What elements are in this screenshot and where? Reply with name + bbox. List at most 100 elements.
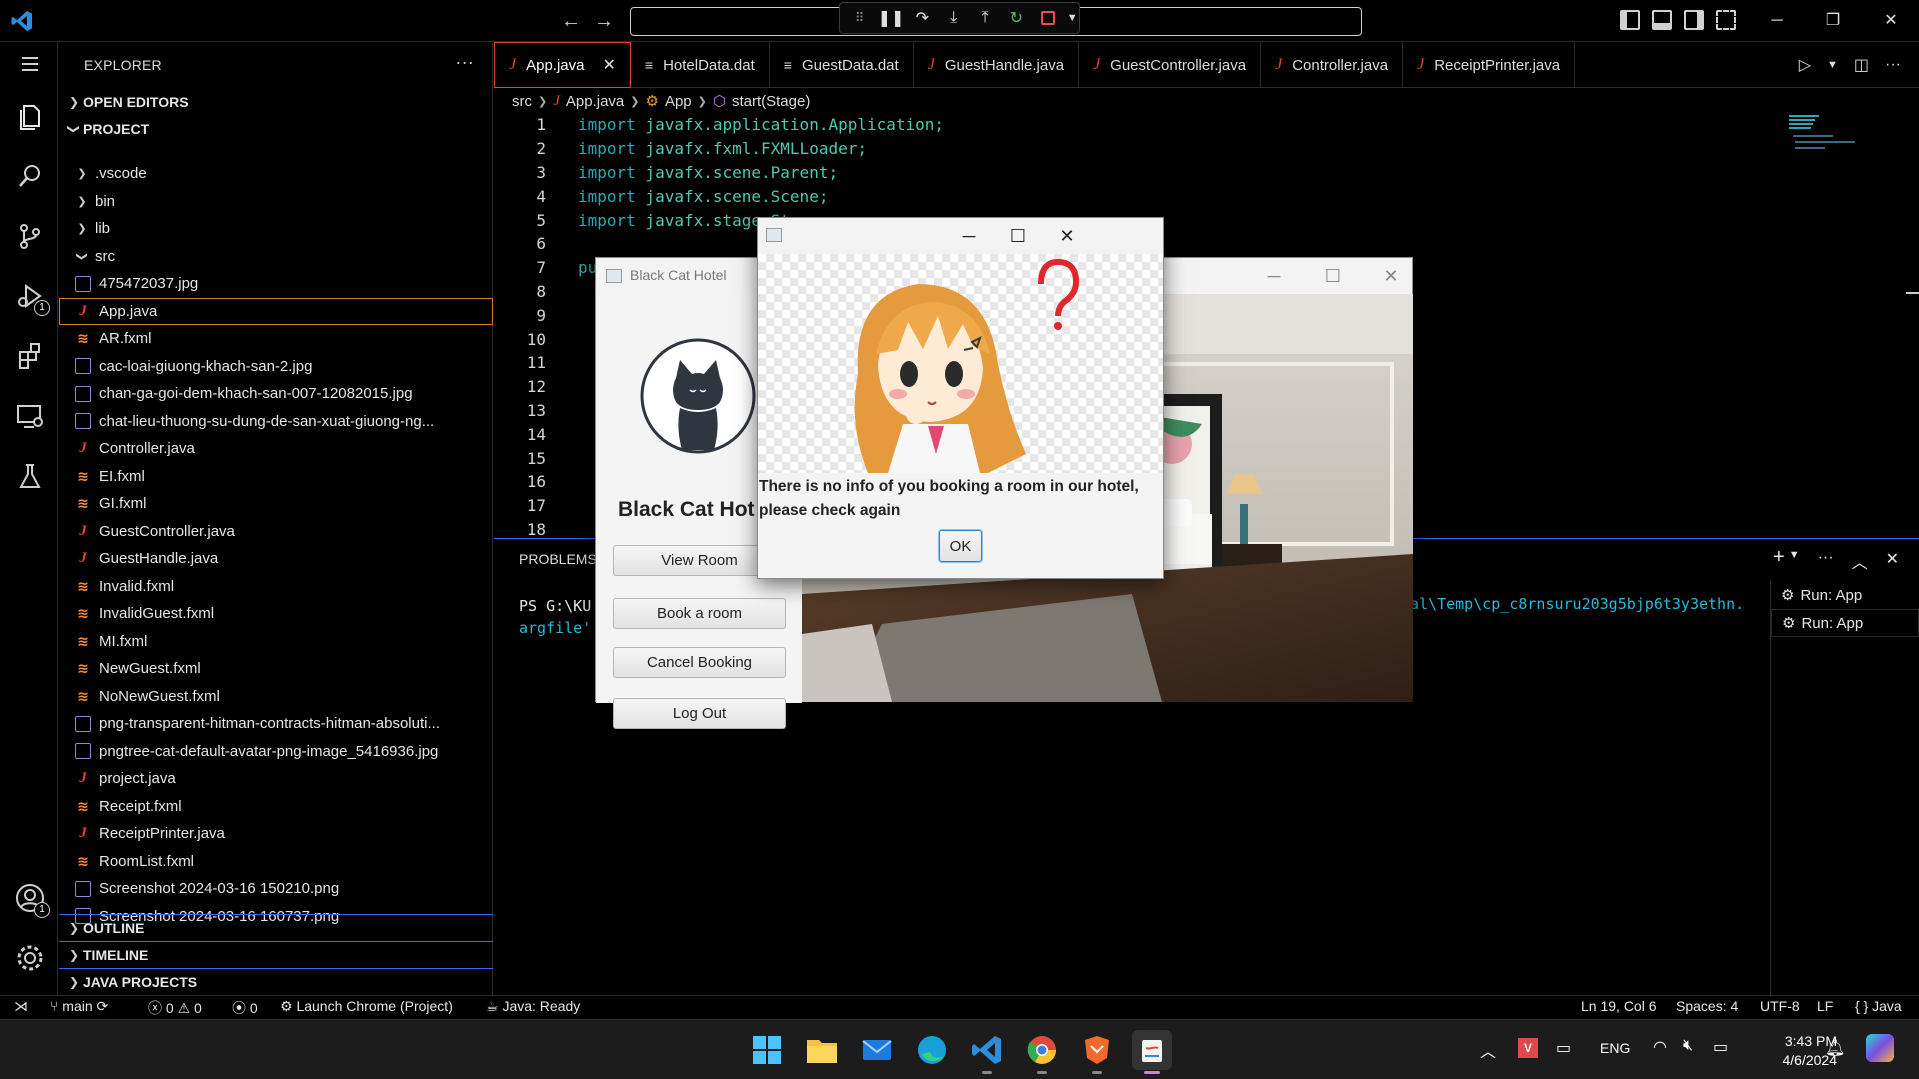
split-editor-icon[interactable]: ◫	[1854, 55, 1869, 75]
tab-hoteldata-dat[interactable]: ≡ HotelData.dat	[631, 42, 770, 88]
remote-icon[interactable]: ⋊	[14, 998, 28, 1015]
customize-layout-icon[interactable]	[1716, 10, 1736, 30]
maximize-icon[interactable]: ☐	[1003, 226, 1033, 246]
close-icon[interactable]: ✕	[1868, 8, 1914, 34]
ok-button[interactable]: OK	[939, 530, 982, 562]
open-editors-section[interactable]: ❯ OPEN EDITORS	[59, 88, 492, 115]
chevron-up-icon[interactable]: ︿	[1480, 1038, 1496, 1062]
toggle-panel-icon[interactable]	[1652, 10, 1672, 30]
chevron-down-icon[interactable]: ▼	[1065, 5, 1079, 31]
minimize-icon[interactable]: ─	[954, 226, 984, 246]
stop-icon[interactable]	[1034, 5, 1061, 31]
display-icon[interactable]: ▭	[1556, 1038, 1571, 1058]
toggle-sidebar-icon[interactable]	[1620, 10, 1640, 30]
step-over-icon[interactable]: ↷	[909, 5, 936, 31]
file-item[interactable]: J Controller.java	[59, 435, 493, 463]
breadcrumb-src[interactable]: src	[512, 93, 532, 110]
accounts-icon[interactable]: 1	[14, 882, 50, 918]
problems-status[interactable]: ⓧ 0 ⚠ 0	[148, 998, 202, 1018]
terminal-item[interactable]: ⚙ Run: App	[1771, 609, 1919, 637]
encoding[interactable]: UTF-8	[1760, 998, 1800, 1014]
extensions-icon[interactable]	[14, 340, 46, 372]
file-item[interactable]: J GuestHandle.java	[59, 545, 493, 573]
tab-guestdata-dat[interactable]: ≡ GuestData.dat	[770, 42, 914, 88]
file-item[interactable]: Screenshot 2024-03-16 150210.png	[59, 875, 493, 903]
tab-receiptprinter-java[interactable]: J ReceiptPrinter.java	[1403, 42, 1576, 88]
pause-icon[interactable]: ❚❚	[877, 5, 905, 31]
run-debug-icon[interactable]: 1	[14, 280, 50, 316]
more-actions-icon[interactable]: ···	[1885, 56, 1901, 74]
file-item[interactable]: chat-lieu-thuong-su-dung-de-san-xuat-giu…	[59, 408, 493, 436]
close-icon[interactable]: ✕	[1052, 226, 1082, 246]
start-button[interactable]	[747, 1030, 787, 1070]
file-item[interactable]: J ReceiptPrinter.java	[59, 820, 493, 848]
toggle-secondary-sidebar-icon[interactable]	[1684, 10, 1704, 30]
breadcrumb-method[interactable]: start(Stage)	[732, 93, 810, 110]
tab-guesthandle-java[interactable]: J GuestHandle.java	[914, 42, 1080, 88]
search-icon[interactable]	[14, 160, 46, 192]
explorer-icon[interactable]	[14, 100, 46, 132]
remote-explorer-icon[interactable]	[14, 400, 46, 432]
minimap[interactable]	[1789, 113, 1879, 173]
close-tab-icon[interactable]: ✕	[602, 55, 615, 75]
maximize-panel-icon[interactable]: ︿	[1852, 549, 1868, 573]
testing-icon[interactable]	[14, 460, 46, 492]
file-item[interactable]: J GuestController.java	[59, 518, 493, 546]
file-item[interactable]: ≋ GI.fxml	[59, 490, 493, 518]
vscode-taskbar-icon[interactable]	[967, 1030, 1007, 1074]
tab-controller-java[interactable]: J Controller.java	[1261, 42, 1404, 88]
indentation[interactable]: Spaces: 4	[1676, 998, 1738, 1014]
more-actions-icon[interactable]: ···	[455, 52, 474, 73]
vivaldi-tray-icon[interactable]: V	[1518, 1038, 1538, 1058]
step-into-icon[interactable]: ⤓	[940, 5, 967, 31]
speaker-muted-icon[interactable]: 🔇︎	[1683, 1037, 1693, 1055]
close-panel-icon[interactable]: ✕	[1886, 549, 1899, 573]
brave-icon[interactable]	[1077, 1030, 1117, 1074]
folder-item[interactable]: ❯ .vscode	[59, 160, 493, 188]
file-item[interactable]: ≋ MI.fxml	[59, 628, 493, 656]
java-status[interactable]: ☕ Java: Ready	[486, 998, 580, 1015]
forward-arrow-icon[interactable]: →	[592, 9, 616, 33]
copilot-icon[interactable]	[1866, 1034, 1894, 1062]
notification-bell-icon[interactable]: 🔔︎	[1825, 1038, 1845, 1058]
file-item[interactable]: chan-ga-goi-dem-khach-san-007-12082015.j…	[59, 380, 493, 408]
cursor-position[interactable]: Ln 19, Col 6	[1581, 998, 1657, 1014]
project-section[interactable]: ❯ PROJECT	[59, 115, 492, 142]
book-room-button[interactable]: Book a room	[613, 598, 786, 629]
source-control-icon[interactable]	[14, 220, 46, 252]
language-indicator[interactable]: ENG	[1600, 1040, 1630, 1056]
folder-item[interactable]: ❯ bin	[59, 188, 493, 216]
restart-icon[interactable]: ↻	[1003, 5, 1030, 31]
file-item[interactable]: ≋ InvalidGuest.fxml	[59, 600, 493, 628]
restore-icon[interactable]: ❐	[1810, 8, 1856, 34]
file-item[interactable]: ≋ RoomList.fxml	[59, 848, 493, 876]
file-item[interactable]: ≋ AR.fxml	[59, 325, 493, 353]
file-item[interactable]: png-transparent-hitman-contracts-hitman-…	[59, 710, 493, 738]
tab-guestcontroller-java[interactable]: J GuestController.java	[1079, 42, 1262, 88]
minimize-icon[interactable]: ─	[1754, 8, 1800, 34]
chrome-icon[interactable]	[1022, 1030, 1062, 1074]
chevron-down-icon[interactable]: ▼	[1789, 549, 1800, 573]
folder-item[interactable]: ❯ lib	[59, 215, 493, 243]
close-icon[interactable]: ✕	[1376, 266, 1406, 286]
breadcrumb-file[interactable]: App.java	[566, 93, 624, 110]
cancel-booking-button[interactable]: Cancel Booking	[613, 647, 786, 678]
eol[interactable]: LF	[1817, 998, 1833, 1014]
gear-icon[interactable]	[14, 942, 46, 974]
minimize-icon[interactable]: ─	[1259, 266, 1289, 286]
more-actions-icon[interactable]: ···	[1818, 549, 1834, 573]
tab-problems[interactable]: PROBLEMS	[519, 551, 597, 567]
file-item[interactable]: ≋ Receipt.fxml	[59, 793, 493, 821]
launch-status[interactable]: ⚙ Launch Chrome (Project)	[280, 998, 453, 1015]
file-item[interactable]: J App.java	[59, 297, 493, 325]
terminal-item[interactable]: ⚙ Run: App	[1771, 581, 1919, 609]
breadcrumb-class[interactable]: App	[665, 93, 692, 110]
add-terminal-icon[interactable]: +	[1773, 547, 1785, 573]
branch-status[interactable]: ⑂ main ⟳	[50, 998, 108, 1015]
file-item[interactable]: ≋ Invalid.fxml	[59, 573, 493, 601]
file-item[interactable]: 475472037.jpg	[59, 270, 493, 298]
file-item[interactable]: cac-loai-giuong-khach-san-2.jpg	[59, 353, 493, 381]
ports-status[interactable]: ⦿ 0	[232, 998, 258, 1018]
timeline-section[interactable]: ❯ TIMELINE	[59, 941, 493, 968]
java-projects-section[interactable]: ❯ JAVA PROJECTS	[59, 968, 493, 995]
